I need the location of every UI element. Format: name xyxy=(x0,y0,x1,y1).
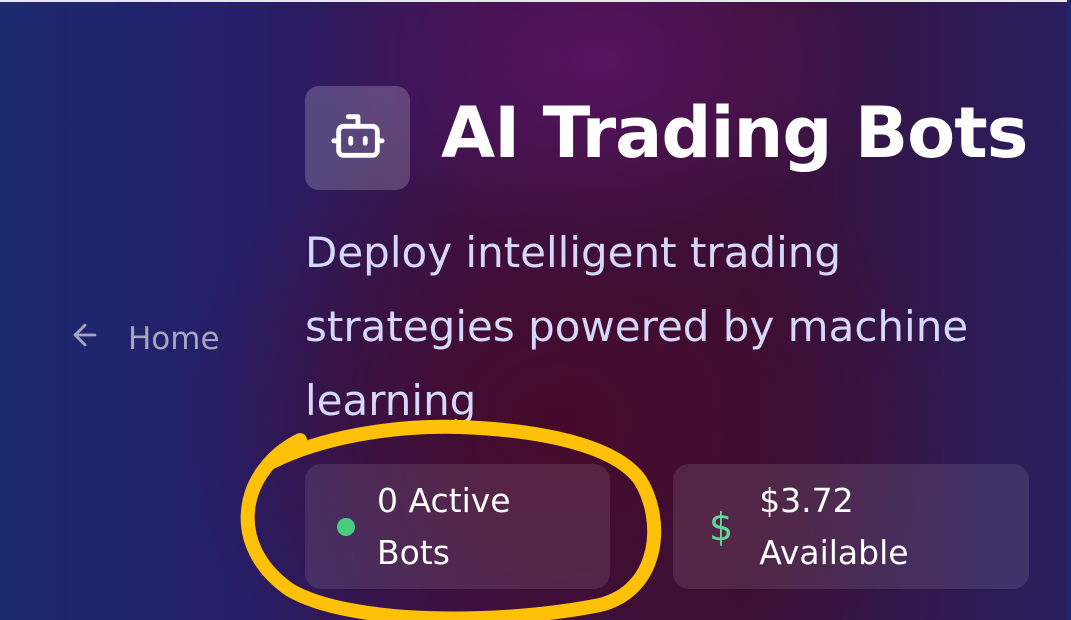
window-top-border xyxy=(0,0,1071,2)
window-right-edge xyxy=(1067,0,1071,620)
back-home-label: Home xyxy=(128,321,220,357)
balance-label: Available xyxy=(759,532,909,572)
page-title: AI Trading Bots xyxy=(441,92,1028,174)
robot-icon xyxy=(329,107,387,169)
active-bots-card: 0 Active Bots xyxy=(305,464,610,589)
active-bots-count: 0 Active xyxy=(377,480,511,520)
dollar-icon: $ xyxy=(709,504,734,549)
arrow-left-icon xyxy=(68,318,102,360)
status-dot-icon xyxy=(337,517,355,536)
bot-logo xyxy=(305,86,410,190)
active-bots-label: Bots xyxy=(377,532,450,572)
balance-card: $ $3.72 Available xyxy=(673,464,1029,589)
balance-amount: $3.72 xyxy=(759,480,854,520)
active-bots-text: 0 Active Bots xyxy=(377,475,511,579)
balance-text: $3.72 Available xyxy=(759,475,908,579)
back-home-link[interactable]: Home xyxy=(68,318,220,360)
page-subtitle: Deploy intelligent trading strategies po… xyxy=(305,228,969,425)
